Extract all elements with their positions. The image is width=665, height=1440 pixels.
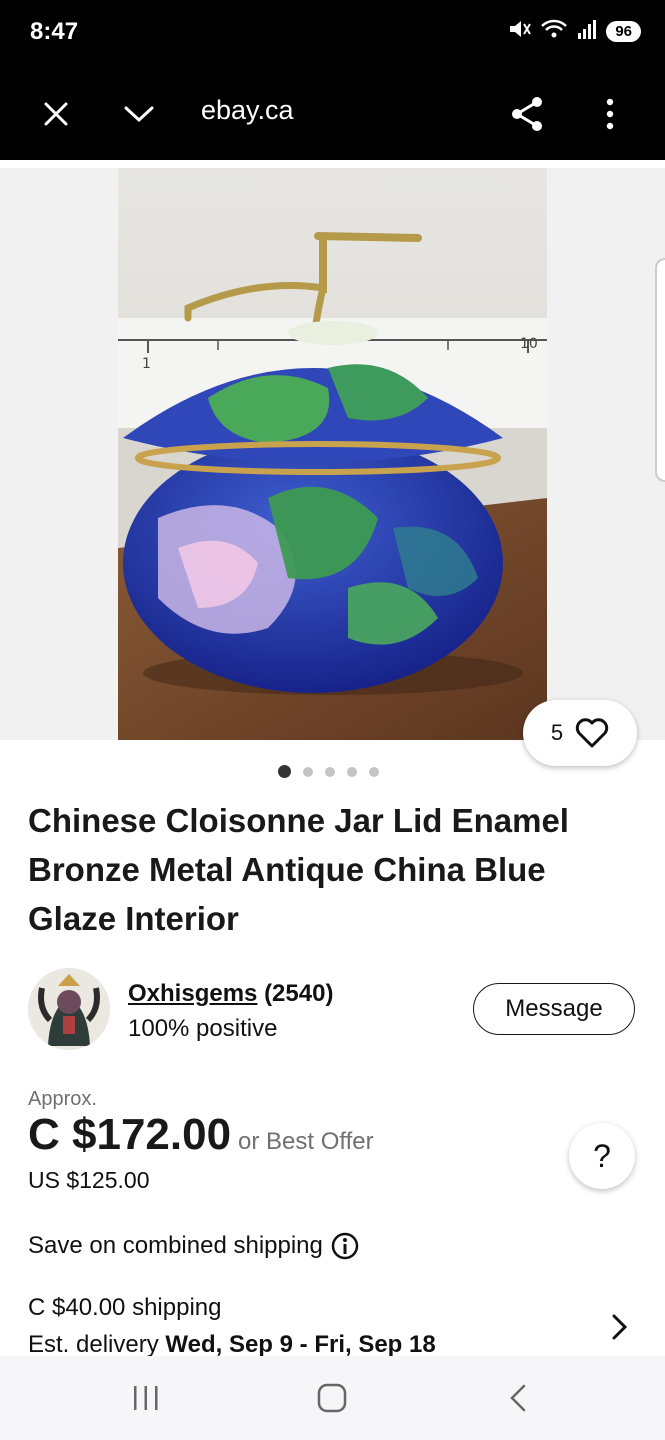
pagination-dot[interactable] [325,766,335,777]
chevron-down-icon [124,106,154,123]
pagination-dot-active[interactable] [278,765,291,778]
status-icons: 96 [508,18,641,45]
combined-shipping-text: Save on combined shipping [28,1232,323,1259]
system-nav-bar [0,1356,665,1440]
status-time: 8:47 [30,18,79,45]
home-icon [317,1383,347,1413]
share-icon [512,97,542,131]
back-icon [510,1384,526,1412]
pagination-dot[interactable] [347,766,357,777]
watchlist-button[interactable]: 5 [523,700,637,766]
minimize-tab-button[interactable] [115,90,163,138]
browser-toolbar: ebay.ca [0,68,665,160]
estimated-delivery: Est. delivery Wed, Sep 9 - Fri, Sep 18 [28,1331,436,1359]
delivery-prefix: Est. delivery [28,1331,159,1358]
more-options-button[interactable] [586,90,634,138]
svg-text:10: 10 [520,336,538,352]
message-button[interactable]: Message [473,983,635,1035]
status-bar: 8:47 96 [0,0,665,68]
best-offer-label: or Best Offer [238,1128,374,1155]
info-icon[interactable] [331,1232,359,1260]
svg-text:1: 1 [142,356,151,372]
listing-title: Chinese Cloisonne Jar Lid Enamel Bronze … [28,802,569,937]
seller-name-link[interactable]: Oxhisgems [128,980,257,1007]
url-text[interactable]: ebay.ca [201,95,294,126]
approx-label: Approx. [28,1088,97,1110]
chevron-right-icon [612,1314,628,1340]
back-button[interactable] [494,1376,542,1420]
recent-apps-button[interactable] [122,1376,170,1420]
signal-icon [576,18,598,45]
share-button[interactable] [503,90,551,138]
next-image-peek[interactable] [655,258,665,482]
shipping-cost: C $40.00 shipping [28,1294,222,1321]
seller-avatar[interactable] [28,968,110,1050]
seller-positive-rating: 100% positive [128,1015,278,1042]
product-photo[interactable]: 1 10 [118,168,547,740]
close-tab-button[interactable] [32,90,80,138]
more-vertical-icon [606,98,614,130]
delivery-dates: Wed, Sep 9 - Fri, Sep 18 [165,1331,436,1358]
pagination-dot[interactable] [303,766,313,777]
image-gallery[interactable]: 1 10 [0,168,665,740]
shipping-details-button[interactable] [611,1312,629,1347]
battery-icon: 96 [606,21,641,42]
recent-apps-icon [134,1386,158,1410]
mute-icon [508,18,532,45]
combined-shipping-row[interactable]: Save on combined shipping [28,1232,359,1260]
help-button[interactable]: ? [569,1123,635,1189]
watch-count: 5 [550,720,564,745]
image-pagination-dots [278,765,379,778]
usd-price: US $125.00 [28,1167,150,1193]
home-button[interactable] [308,1376,356,1420]
wifi-icon [540,18,568,45]
close-icon [44,102,68,126]
seller-name-line: Oxhisgems (2540) [128,980,333,1008]
heart-icon [575,718,609,748]
price: C $172.00 [28,1110,232,1159]
pagination-dot[interactable] [369,766,379,777]
seller-feedback-count: (2540) [264,980,334,1007]
